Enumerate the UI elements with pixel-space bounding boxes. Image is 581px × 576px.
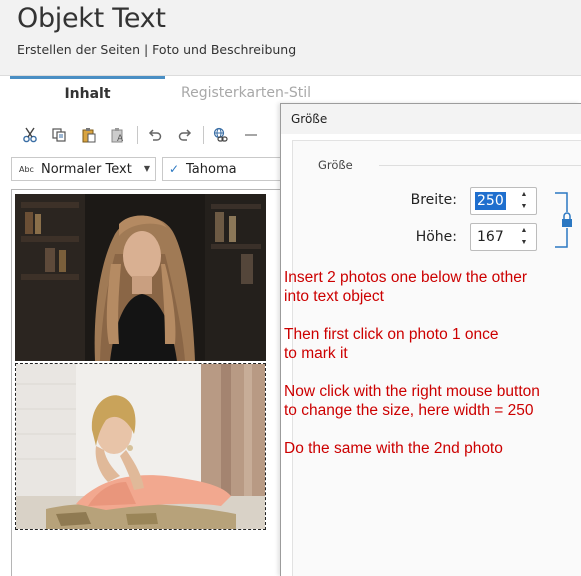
group-divider xyxy=(379,165,581,166)
style-preview-icon: Abc xyxy=(19,165,34,174)
redo-icon[interactable] xyxy=(174,124,196,146)
undo-icon[interactable] xyxy=(144,124,166,146)
annotation-line: into text object xyxy=(284,288,384,305)
svg-text:A: A xyxy=(117,134,124,143)
height-spin-up-icon[interactable]: ▲ xyxy=(518,227,530,234)
tab-inhalt[interactable]: Inhalt xyxy=(10,76,165,112)
height-value[interactable]: 167 xyxy=(475,228,506,246)
link-icon[interactable] xyxy=(210,124,232,146)
check-icon: ✓ xyxy=(169,162,180,176)
width-spin-down-icon[interactable]: ▼ xyxy=(518,203,530,210)
dialog-title: Größe xyxy=(291,112,328,126)
photo-2[interactable] xyxy=(15,363,266,530)
text-editor[interactable] xyxy=(11,189,282,576)
page-title: Objekt Text xyxy=(17,3,166,34)
annotation-step-4: Do the same with the 2nd photo xyxy=(284,439,503,458)
format-row: Abc Normaler Text ▼ ✓ Tahoma xyxy=(0,155,290,183)
photo-1[interactable] xyxy=(15,194,266,361)
annotation-step-2: Then first click on photo 1 once to mark… xyxy=(284,325,499,363)
paragraph-style-select[interactable]: Abc Normaler Text ▼ xyxy=(11,157,156,181)
annotation-step-1: Insert 2 photos one below the other into… xyxy=(284,268,527,306)
annotation-line: to change the size, here width = 250 xyxy=(284,402,534,419)
annotation-step-3: Now click with the right mouse button to… xyxy=(284,382,540,420)
width-value[interactable]: 250 xyxy=(475,192,506,210)
font-family-select[interactable]: ✓ Tahoma xyxy=(162,157,290,181)
annotation-line: to mark it xyxy=(284,345,348,362)
annotation-line: Then first click on photo 1 once xyxy=(284,326,499,343)
dialog-titlebar[interactable]: Größe xyxy=(281,104,581,134)
toolbar-divider xyxy=(203,126,204,144)
paragraph-style-value: Normaler Text xyxy=(41,162,132,177)
annotation-line: Do the same with the 2nd photo xyxy=(284,440,503,457)
editor-toolbar: A xyxy=(0,120,290,152)
copy-icon[interactable] xyxy=(48,124,70,146)
photo-1-image xyxy=(15,194,266,361)
height-spinbox[interactable]: 167 ▲ ▼ xyxy=(470,223,537,251)
breadcrumb: Erstellen der Seiten | Foto und Beschrei… xyxy=(17,42,297,57)
annotation-line: Insert 2 photos one below the other xyxy=(284,269,527,286)
chevron-down-icon: ▼ xyxy=(143,164,150,173)
width-label: Breite: xyxy=(410,192,457,208)
height-label: Höhe: xyxy=(415,229,457,245)
font-family-value: Tahoma xyxy=(186,162,237,177)
object-header: Objekt Text Erstellen der Seiten | Foto … xyxy=(0,0,581,76)
lock-aspect-ratio-icon[interactable] xyxy=(551,192,575,248)
annotation-line: Now click with the right mouse button xyxy=(284,383,540,400)
cut-icon[interactable] xyxy=(19,124,41,146)
height-spin-down-icon[interactable]: ▼ xyxy=(518,239,530,246)
paste-text-icon[interactable]: A xyxy=(107,124,129,146)
width-spinbox[interactable]: 250 ▲ ▼ xyxy=(470,187,537,215)
photo-2-image xyxy=(16,364,265,529)
horizontal-line-icon[interactable] xyxy=(240,124,262,146)
paste-icon[interactable] xyxy=(78,124,100,146)
group-label-size: Größe xyxy=(318,158,359,172)
toolbar-divider xyxy=(137,126,138,144)
width-spin-up-icon[interactable]: ▲ xyxy=(518,191,530,198)
